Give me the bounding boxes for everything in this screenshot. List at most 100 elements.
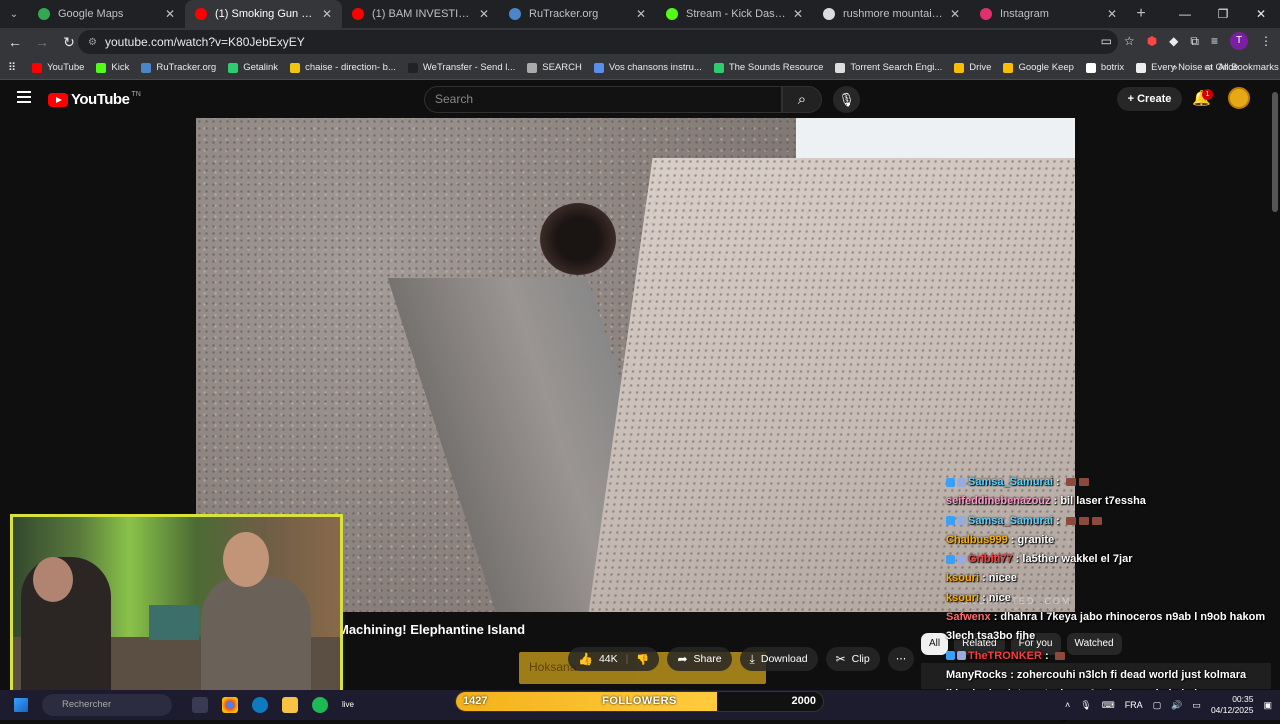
- battery-icon[interactable]: ▭: [1192, 700, 1201, 711]
- tab-favicon-icon: [509, 8, 521, 20]
- browser-tab[interactable]: Instagram ✕: [970, 0, 1127, 28]
- close-window-button[interactable]: ✕: [1242, 0, 1280, 28]
- edge-icon[interactable]: [252, 697, 268, 713]
- create-button[interactable]: + Create: [1117, 87, 1182, 111]
- site-info-icon[interactable]: ⚙: [88, 37, 97, 48]
- bookmark-label: YouTube: [47, 62, 85, 73]
- close-tab-icon[interactable]: ✕: [1107, 7, 1117, 21]
- chat-username: Safwenx: [946, 611, 991, 624]
- like-button[interactable]: 👍 44K | 👎: [568, 647, 660, 671]
- forward-button[interactable]: →: [30, 34, 54, 50]
- volume-icon[interactable]: 🔊: [1171, 700, 1182, 711]
- webcam-person-right-head: [223, 532, 269, 587]
- video-frame-drill-hole: [540, 203, 616, 275]
- taskbar-apps: live: [192, 697, 354, 713]
- bookmark-item[interactable]: Google Keep: [1003, 62, 1074, 73]
- tab-favicon-icon: [666, 8, 678, 20]
- bookmark-item[interactable]: Vos chansons instru...: [593, 62, 702, 73]
- profile-avatar[interactable]: T: [1230, 32, 1248, 50]
- tray-chevron-icon[interactable]: ˄: [1065, 700, 1070, 710]
- browser-tab[interactable]: Stream - Kick Dashboard ✕: [656, 0, 813, 28]
- tab-list-icon[interactable]: ≡: [1211, 34, 1218, 48]
- extensions-icon[interactable]: ⧉: [1190, 34, 1199, 49]
- chrome-icon[interactable]: [222, 697, 238, 713]
- tab-search-button[interactable]: ⌄: [0, 0, 28, 28]
- browser-menu-icon[interactable]: ⋮: [1260, 34, 1272, 48]
- system-clock[interactable]: 00:35 04/12/2025: [1211, 694, 1254, 716]
- task-view-icon[interactable]: [192, 697, 208, 713]
- tray-mic-icon[interactable]: 🎙: [1080, 700, 1091, 711]
- all-bookmarks[interactable]: ▭ All Bookmarks: [1204, 62, 1279, 73]
- page-scrollbar[interactable]: [1272, 92, 1278, 212]
- bookmark-item[interactable]: Getalink: [228, 62, 278, 73]
- more-bookmarks-icon[interactable]: »: [1172, 62, 1177, 73]
- search-input[interactable]: Search: [424, 86, 782, 113]
- close-tab-icon[interactable]: ✕: [636, 7, 646, 21]
- network-icon[interactable]: ▢: [1153, 700, 1162, 711]
- browser-tab[interactable]: RuTracker.org ✕: [499, 0, 656, 28]
- browser-tab[interactable]: Google Maps ✕: [28, 0, 185, 28]
- tab-title: rushmore mountain presidents: [843, 8, 944, 20]
- bookmark-item[interactable]: YouTube: [32, 62, 84, 73]
- download-button[interactable]: ⤓ Download: [739, 647, 818, 671]
- youtube-logo[interactable]: YouTube TN: [48, 91, 141, 108]
- bookmark-item[interactable]: Torrent Search Engi...: [835, 62, 942, 73]
- adblock-icon[interactable]: ⬢: [1147, 34, 1157, 48]
- bookmark-favicon-icon: [713, 62, 724, 73]
- bookmark-item[interactable]: WeTransfer - Send l...: [407, 62, 515, 73]
- thumbs-down-icon[interactable]: 👎: [636, 653, 649, 666]
- notification-center-icon[interactable]: ▣: [1263, 700, 1272, 711]
- chat-username: seifeddinebenazouz: [946, 495, 1051, 508]
- close-tab-icon[interactable]: ✕: [950, 7, 960, 21]
- bookmark-item[interactable]: Kick: [96, 62, 129, 73]
- webcam-person-left-head: [33, 557, 73, 602]
- bookmark-item[interactable]: Drive: [954, 62, 991, 73]
- menu-hamburger-icon[interactable]: [17, 91, 31, 103]
- browser-tab[interactable]: rushmore mountain presidents ✕: [813, 0, 970, 28]
- url-bar[interactable]: ⚙ youtube.com/watch?v=K80JebExyEY: [78, 30, 1118, 54]
- apps-grid-icon[interactable]: ⠿: [8, 61, 16, 74]
- bookmark-item[interactable]: SEARCH: [527, 62, 582, 73]
- bookmark-item[interactable]: chaise - direction- b...: [290, 62, 396, 73]
- windows-start-icon[interactable]: [14, 698, 28, 712]
- cast-icon[interactable]: ▭: [1101, 34, 1112, 48]
- stream-chat-overlay: Samsa_Samurai : seifeddinebenazouz : bil…: [946, 473, 1276, 724]
- minimize-button[interactable]: —: [1166, 0, 1204, 28]
- clip-label: Clip: [851, 653, 870, 665]
- language-indicator[interactable]: FRA: [1125, 700, 1143, 710]
- bookmark-favicon-icon: [835, 62, 846, 73]
- new-tab-button[interactable]: +: [1127, 0, 1155, 28]
- bookmark-label: Drive: [969, 62, 992, 73]
- bookmark-favicon-icon: [1085, 62, 1096, 73]
- voice-search-button[interactable]: 🎙: [833, 86, 860, 113]
- tray-keyboard-icon[interactable]: ⌨: [1102, 700, 1115, 711]
- close-tab-icon[interactable]: ✕: [165, 7, 175, 21]
- webcam-bag: [149, 605, 199, 640]
- taskbar-search-input[interactable]: Rechercher: [42, 694, 172, 716]
- close-tab-icon[interactable]: ✕: [793, 7, 803, 21]
- chat-message: Samsa_Samurai :: [946, 512, 1276, 531]
- browser-tab[interactable]: (1) BAM INVESTIGATIONS - JAY ✕: [342, 0, 499, 28]
- browser-tab[interactable]: (1) Smoking Gun Evidence for A ✕: [185, 0, 342, 28]
- bookmark-label: Torrent Search Engi...: [850, 62, 943, 73]
- bookmark-item[interactable]: botrix: [1085, 62, 1124, 73]
- chat-separator: :: [979, 591, 989, 604]
- clip-button[interactable]: ✂ Clip: [825, 647, 880, 671]
- chat-message: Samsa_Samurai :: [946, 473, 1276, 492]
- live-app-label[interactable]: live: [342, 697, 354, 713]
- bookmark-star-icon[interactable]: ☆: [1124, 34, 1135, 48]
- filter-chip[interactable]: All: [921, 633, 949, 655]
- account-avatar[interactable]: [1228, 87, 1250, 109]
- search-button[interactable]: ⌕: [782, 86, 822, 113]
- maximize-button[interactable]: ❐: [1204, 0, 1242, 28]
- folder-app-icon[interactable]: [282, 697, 298, 713]
- more-actions-button[interactable]: ⋯: [887, 647, 915, 671]
- bookmark-item[interactable]: RuTracker.org: [141, 62, 216, 73]
- extension-diamond-icon[interactable]: ◆: [1169, 34, 1178, 48]
- close-tab-icon[interactable]: ✕: [479, 7, 489, 21]
- spotify-icon[interactable]: [312, 697, 328, 713]
- back-button[interactable]: ←: [3, 34, 27, 50]
- close-tab-icon[interactable]: ✕: [322, 7, 332, 21]
- share-button[interactable]: ➦ Share: [667, 647, 732, 671]
- bookmark-item[interactable]: The Sounds Resource: [713, 62, 823, 73]
